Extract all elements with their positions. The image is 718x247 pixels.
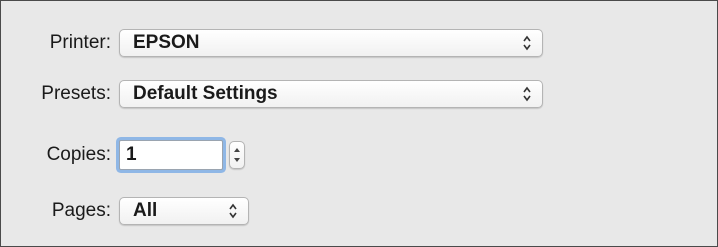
updown-chevron-icon <box>229 203 237 219</box>
stepper-arrows-icon <box>234 148 240 162</box>
presets-popup[interactable]: Default Settings <box>119 80 543 108</box>
updown-chevron-icon <box>523 86 531 102</box>
copies-label: Copies: <box>46 144 111 165</box>
copies-row: Copies: <box>1 137 245 173</box>
pages-popup[interactable]: All <box>119 197 249 225</box>
updown-chevron-icon <box>523 35 531 51</box>
print-dialog-panel: Printer: EPSON Presets: Default Settings… <box>0 0 718 247</box>
copies-stepper[interactable] <box>229 141 245 169</box>
pages-label: Pages: <box>51 200 111 221</box>
printer-row: Printer: EPSON <box>1 25 543 61</box>
pages-row: Pages: All <box>1 193 249 229</box>
printer-popup[interactable]: EPSON <box>119 29 543 57</box>
presets-value: Default Settings <box>133 83 278 104</box>
copies-field[interactable] <box>119 140 223 170</box>
presets-row: Presets: Default Settings <box>1 76 543 112</box>
presets-label: Presets: <box>41 83 111 104</box>
printer-label: Printer: <box>49 32 111 53</box>
pages-value: All <box>133 200 158 221</box>
printer-value: EPSON <box>133 32 200 53</box>
